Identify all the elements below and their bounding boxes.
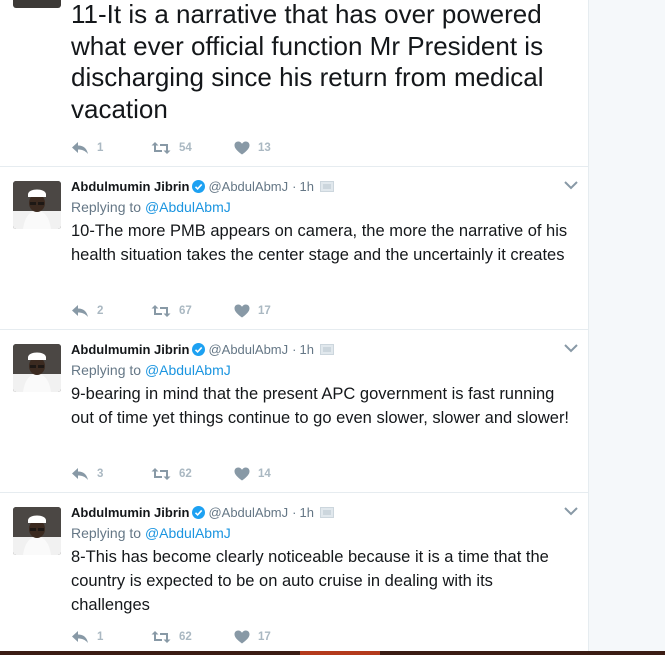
media-photo-icon bbox=[319, 181, 334, 192]
like-count: 14 bbox=[258, 468, 271, 480]
replying-to: Replying to @AbdulAbmJ bbox=[71, 199, 231, 215]
reply-count: 1 bbox=[97, 631, 104, 643]
tweet-item[interactable]: Abdulmumin Jibrin @AbdulAbmJ · 1h Replying … bbox=[0, 493, 588, 651]
reply-icon bbox=[72, 468, 88, 480]
avatar[interactable] bbox=[13, 344, 61, 392]
chevron-down-icon[interactable] bbox=[563, 342, 579, 354]
replying-to: Replying to @AbdulAbmJ bbox=[71, 525, 231, 541]
handle[interactable]: @AbdulAbmJ bbox=[208, 342, 288, 357]
tweet-thread: 11-It is a narrative that has over power… bbox=[0, 0, 589, 651]
like-count: 13 bbox=[258, 142, 271, 154]
like-button[interactable]: 17 bbox=[234, 627, 271, 647]
verified-badge-icon bbox=[192, 180, 206, 193]
reply-count: 1 bbox=[97, 142, 104, 154]
verified-badge-icon bbox=[192, 506, 206, 519]
tweet-header: Abdulmumin Jibrin @AbdulAbmJ · 1h bbox=[71, 179, 334, 197]
retweet-button[interactable]: 62 bbox=[151, 627, 192, 647]
retweet-count: 62 bbox=[179, 631, 192, 643]
tweet-text: 9-bearing in mind that the present APC g… bbox=[71, 385, 570, 427]
heart-icon bbox=[234, 467, 250, 481]
media-photo-icon bbox=[319, 507, 334, 518]
heart-icon bbox=[234, 630, 250, 644]
handle[interactable]: @AbdulAbmJ bbox=[208, 179, 288, 194]
replying-to-label: Replying to bbox=[71, 525, 142, 541]
taskbar-accent bbox=[300, 651, 380, 655]
retweet-icon bbox=[151, 142, 171, 154]
heart-icon bbox=[234, 141, 250, 155]
avatar[interactable] bbox=[13, 0, 61, 8]
avatar[interactable] bbox=[13, 507, 61, 555]
tweet-header: Abdulmumin Jibrin @AbdulAbmJ · 1h bbox=[71, 505, 334, 523]
tweet-text: 8-This has become clearly noticeable bec… bbox=[71, 548, 549, 614]
like-button[interactable]: 13 bbox=[234, 138, 271, 158]
reply-button[interactable]: 2 bbox=[71, 301, 103, 321]
reply-button[interactable]: 1 bbox=[71, 138, 103, 158]
timestamp[interactable]: 1h bbox=[299, 342, 313, 357]
display-name[interactable]: Abdulmumin Jibrin bbox=[71, 342, 189, 357]
replying-to-link[interactable]: @AbdulAbmJ bbox=[145, 525, 231, 541]
heart-icon bbox=[234, 304, 250, 318]
retweet-icon bbox=[151, 305, 171, 317]
reply-count: 2 bbox=[97, 305, 104, 317]
separator-dot: · bbox=[292, 179, 297, 194]
reply-icon bbox=[72, 305, 88, 317]
display-name[interactable]: Abdulmumin Jibrin bbox=[71, 505, 189, 520]
media-photo-icon bbox=[319, 344, 334, 355]
timestamp[interactable]: 1h bbox=[299, 179, 313, 194]
like-count: 17 bbox=[258, 305, 271, 317]
display-name[interactable]: Abdulmumin Jibrin bbox=[71, 179, 189, 194]
reply-count: 3 bbox=[97, 468, 104, 480]
retweet-icon bbox=[151, 631, 171, 643]
replying-to-link[interactable]: @AbdulAbmJ bbox=[145, 199, 231, 215]
reply-icon bbox=[72, 142, 88, 154]
handle[interactable]: @AbdulAbmJ bbox=[208, 505, 288, 520]
separator-dot: · bbox=[292, 505, 297, 520]
right-gutter bbox=[589, 0, 665, 651]
retweet-button[interactable]: 54 bbox=[151, 138, 192, 158]
tweet-text: 11-It is a narrative that has over power… bbox=[71, 0, 544, 124]
like-button[interactable]: 17 bbox=[234, 301, 271, 321]
avatar[interactable] bbox=[13, 181, 61, 229]
tweet-item[interactable]: Abdulmumin Jibrin @AbdulAbmJ · 1h Replying … bbox=[0, 167, 588, 330]
chevron-down-icon[interactable] bbox=[563, 179, 579, 191]
separator-dot: · bbox=[292, 342, 297, 357]
replying-to-label: Replying to bbox=[71, 199, 142, 215]
focused-tweet[interactable]: 11-It is a narrative that has over power… bbox=[0, 0, 588, 167]
replying-to-label: Replying to bbox=[71, 362, 142, 378]
retweet-icon bbox=[151, 468, 171, 480]
reply-icon bbox=[72, 631, 88, 643]
retweet-button[interactable]: 67 bbox=[151, 301, 192, 321]
taskbar-strip bbox=[0, 651, 665, 655]
retweet-count: 54 bbox=[179, 142, 192, 154]
replying-to: Replying to @AbdulAbmJ bbox=[71, 362, 231, 378]
like-count: 17 bbox=[258, 631, 271, 643]
replying-to-link[interactable]: @AbdulAbmJ bbox=[145, 362, 231, 378]
like-button[interactable]: 14 bbox=[234, 464, 271, 484]
reply-button[interactable]: 3 bbox=[71, 464, 103, 484]
tweet-header: Abdulmumin Jibrin @AbdulAbmJ · 1h bbox=[71, 342, 334, 360]
timestamp[interactable]: 1h bbox=[299, 505, 313, 520]
tweet-item[interactable]: Abdulmumin Jibrin @AbdulAbmJ · 1h Replying … bbox=[0, 330, 588, 493]
reply-button[interactable]: 1 bbox=[71, 627, 103, 647]
tweet-text: 10-The more PMB appears on camera, the m… bbox=[71, 222, 568, 264]
retweet-button[interactable]: 62 bbox=[151, 464, 192, 484]
retweet-count: 62 bbox=[179, 468, 192, 480]
verified-badge-icon bbox=[192, 343, 206, 356]
retweet-count: 67 bbox=[179, 305, 192, 317]
chevron-down-icon[interactable] bbox=[563, 505, 579, 517]
